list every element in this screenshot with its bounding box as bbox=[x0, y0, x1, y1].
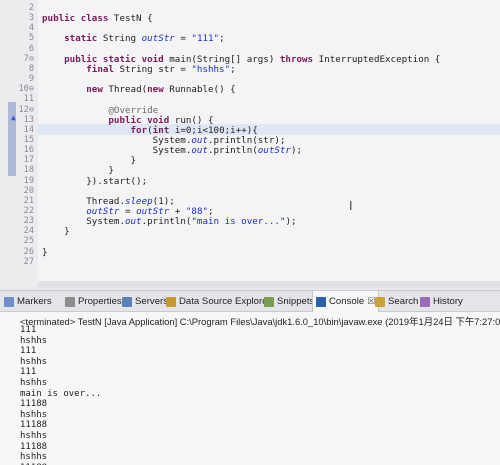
console-output-line: hshhs bbox=[20, 409, 48, 420]
console-output-line: main is over... bbox=[20, 388, 102, 399]
tab-properties[interactable]: Properties bbox=[65, 291, 122, 312]
console-output-line: 11188 bbox=[20, 420, 48, 431]
tab-label: Properties bbox=[78, 296, 122, 307]
search-icon bbox=[375, 296, 385, 307]
console-icon bbox=[316, 296, 326, 307]
console-output-line: 111 bbox=[20, 367, 37, 378]
tab-label: Console bbox=[329, 296, 365, 307]
data-source-icon bbox=[166, 296, 176, 307]
tab-console[interactable]: Console ☒ bbox=[312, 291, 380, 312]
editor-horizontal-scrollbar[interactable] bbox=[38, 281, 500, 288]
console-output[interactable]: 111 hshhs 111 hshhs 111 hshhs main is over... 1… bbox=[20, 325, 101, 465]
tab-label: Search bbox=[388, 296, 419, 307]
console-view[interactable]: <terminated> TestN [Java Application] C:… bbox=[0, 312, 500, 465]
tab-label: Servers bbox=[135, 296, 169, 307]
tab-servers[interactable]: Servers bbox=[122, 291, 168, 312]
properties-icon bbox=[65, 296, 75, 307]
tab-history[interactable]: History bbox=[420, 291, 463, 312]
snippets-icon bbox=[264, 296, 274, 307]
tab-search[interactable]: Search bbox=[375, 291, 418, 312]
servers-icon bbox=[122, 296, 132, 307]
tab-label: Data Source Explorer bbox=[179, 296, 271, 307]
views-tab-bar: Markers Properties Servers Data Source Expl… bbox=[0, 290, 500, 312]
tab-snippets[interactable]: Snippets bbox=[264, 291, 314, 312]
tab-label: Snippets bbox=[277, 296, 315, 307]
code-editor[interactable]: ▲ 2 3 public class TestN {4 5 static String… bbox=[0, 0, 500, 288]
console-output-line: 111 bbox=[20, 346, 37, 357]
console-output-line: hshhs bbox=[20, 452, 48, 463]
text-cursor-icon: I bbox=[349, 199, 353, 213]
history-icon bbox=[420, 296, 430, 307]
tab-label: History bbox=[433, 296, 463, 307]
tab-label: Markers bbox=[17, 296, 52, 307]
console-output-line: hshhs bbox=[20, 335, 48, 346]
console-output-line: hshhs bbox=[20, 430, 48, 441]
tab-markers[interactable]: Markers bbox=[4, 291, 52, 312]
markers-icon bbox=[4, 296, 14, 307]
console-output-line: hshhs bbox=[20, 356, 48, 367]
console-output-line: 11188 bbox=[20, 399, 48, 410]
console-output-line: 111 bbox=[20, 325, 37, 335]
line-number: 27 bbox=[23, 256, 34, 267]
console-output-line: hshhs bbox=[20, 377, 48, 388]
code-line[interactable]: 27 bbox=[0, 257, 500, 268]
console-output-line: 11188 bbox=[20, 441, 48, 452]
tab-data-source-explorer[interactable]: Data Source Explorer bbox=[166, 291, 271, 312]
